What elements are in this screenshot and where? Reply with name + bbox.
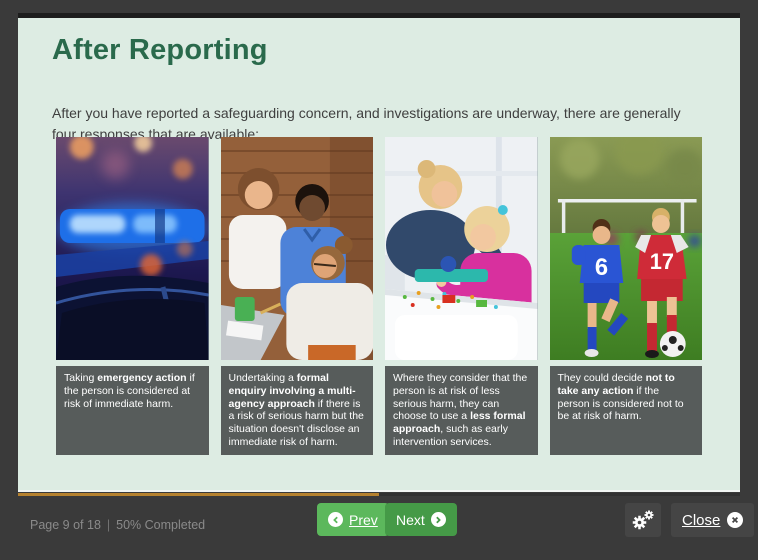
card-caption: They could decide not to take any action… bbox=[550, 366, 703, 455]
course-player: After Reporting After you have reported … bbox=[0, 0, 758, 560]
children-football-photo: 6 17 bbox=[550, 137, 703, 360]
settings-cogs-icon bbox=[632, 510, 654, 530]
prev-label: Prev bbox=[349, 512, 378, 528]
page-info-separator: | bbox=[107, 518, 110, 532]
completed-percent: 50% Completed bbox=[116, 518, 205, 532]
progress-fill bbox=[18, 493, 379, 496]
response-card: Where they consider that the person is a… bbox=[385, 137, 538, 455]
next-button[interactable]: Next bbox=[385, 503, 457, 536]
page-title: After Reporting bbox=[52, 34, 740, 67]
close-label: Close bbox=[682, 512, 720, 529]
close-button[interactable]: Close bbox=[671, 503, 754, 537]
card-caption: Undertaking a formal enquiry involving a… bbox=[221, 366, 374, 455]
slide: After Reporting After you have reported … bbox=[18, 13, 740, 492]
response-card: Taking emergency action if the person is… bbox=[56, 137, 209, 455]
card-caption: Taking emergency action if the person is… bbox=[56, 366, 209, 455]
page-count: Page 9 of 18 bbox=[30, 518, 101, 532]
response-card: 6 17 They could decide bbox=[550, 137, 703, 455]
chevron-left-circle-icon bbox=[328, 512, 343, 527]
prev-button[interactable]: Prev bbox=[317, 503, 389, 536]
response-card: Undertaking a formal enquiry involving a… bbox=[221, 137, 374, 455]
progress-bar bbox=[18, 493, 740, 496]
early-intervention-craft-photo bbox=[385, 137, 538, 360]
jersey-number-red: 17 bbox=[649, 249, 673, 274]
next-label: Next bbox=[396, 512, 425, 528]
police-lights-photo bbox=[56, 137, 209, 360]
multi-agency-meeting-photo bbox=[221, 137, 374, 360]
close-circle-icon bbox=[727, 512, 743, 528]
jersey-number-blue: 6 bbox=[594, 254, 607, 281]
settings-button[interactable] bbox=[625, 503, 661, 537]
card-caption: Where they consider that the person is a… bbox=[385, 366, 538, 455]
chevron-right-circle-icon bbox=[431, 512, 446, 527]
cards-row: Taking emergency action if the person is… bbox=[56, 137, 702, 455]
page-info: Page 9 of 18 | 50% Completed bbox=[30, 518, 205, 532]
